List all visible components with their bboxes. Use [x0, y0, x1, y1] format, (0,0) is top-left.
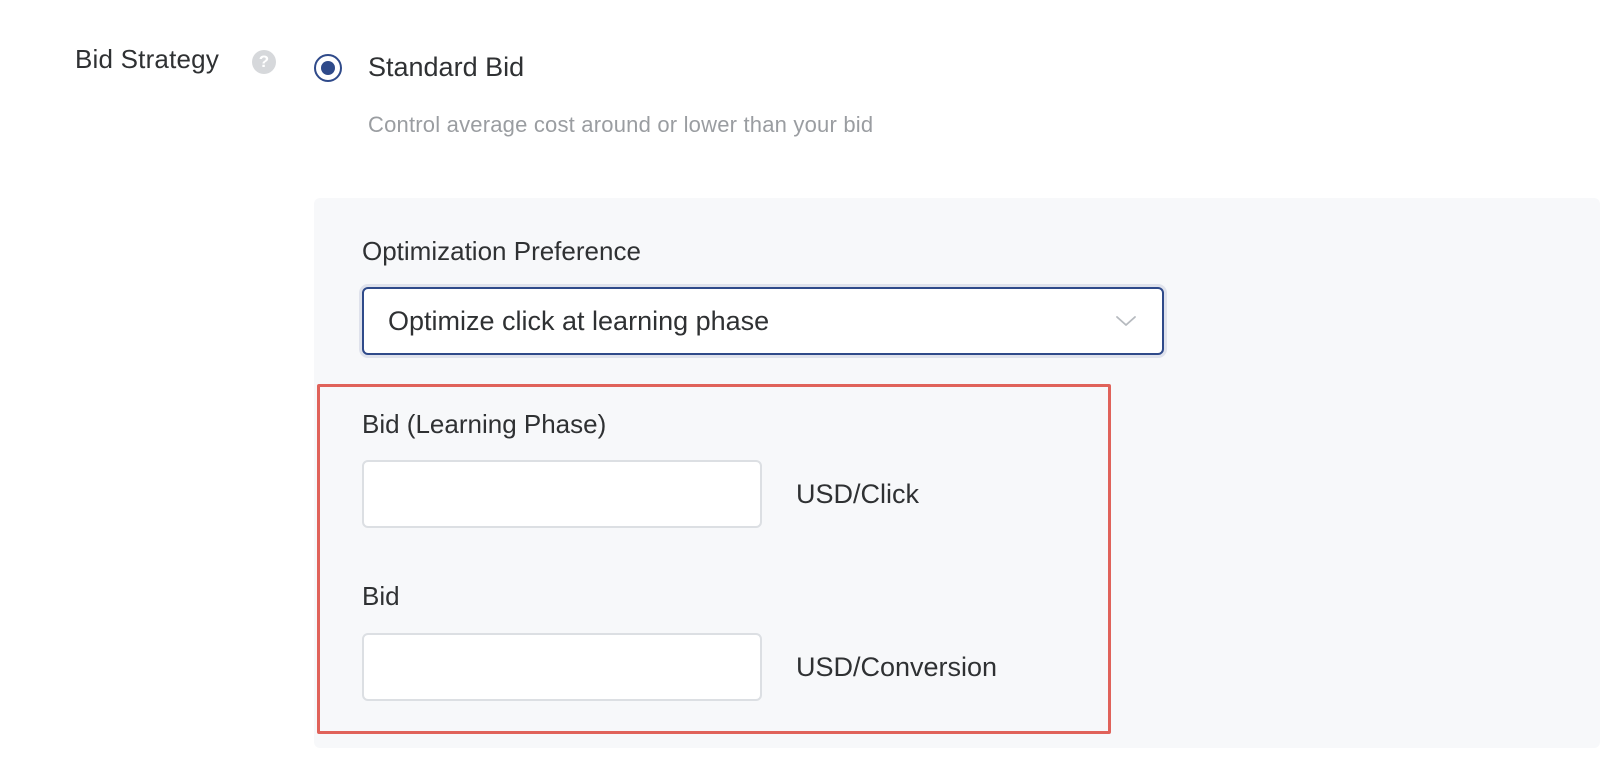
chevron-down-icon: [1116, 316, 1136, 326]
optimization-preference-value: Optimize click at learning phase: [388, 305, 770, 336]
radio-button-icon[interactable]: [314, 53, 342, 82]
usd-per-conversion-unit: USD/Conversion: [796, 652, 998, 682]
usd-per-click-unit: USD/Click: [796, 479, 920, 509]
radio-selected-dot: [321, 60, 335, 75]
optimization-preference-label: Optimization Preference: [362, 236, 641, 266]
standard-bid-label: Standard Bid: [368, 52, 525, 82]
bid-label: Bid: [362, 581, 400, 611]
bid-input[interactable]: [362, 633, 762, 701]
optimization-preference-select[interactable]: Optimize click at learning phase: [362, 287, 1164, 355]
bid-strategy-label: Bid Strategy: [75, 44, 220, 74]
bid-settings-page: Bid Strategy ? Standard Bid Control aver…: [0, 0, 1610, 774]
standard-bid-radio[interactable]: Standard Bid: [314, 52, 524, 83]
bid-learning-phase-input[interactable]: [362, 460, 762, 528]
bid-learning-phase-label: Bid (Learning Phase): [362, 409, 607, 439]
question-mark-icon[interactable]: ?: [252, 50, 276, 74]
standard-bid-description: Control average cost around or lower tha…: [368, 112, 874, 137]
